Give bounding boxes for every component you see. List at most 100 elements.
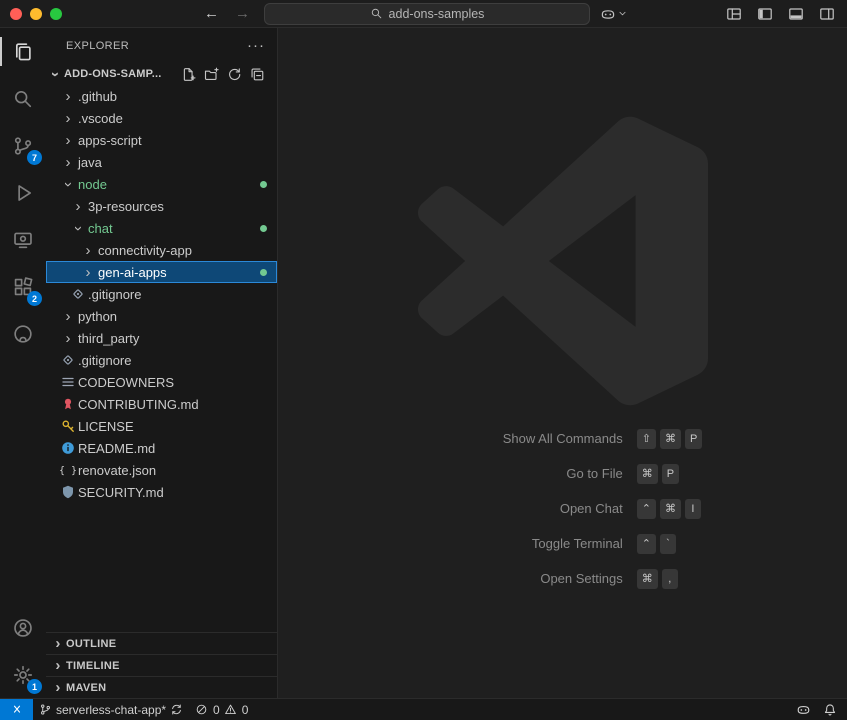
tree-item-node[interactable]: node [46, 173, 277, 195]
chevron-right-icon [60, 129, 76, 151]
keyboard-key: ⌃ [637, 499, 656, 519]
root-folder-label: ADD-ONS-SAMP... [64, 68, 162, 80]
tree-item-contributing-md[interactable]: CONTRIBUTING.md [46, 393, 277, 415]
statusbar: serverless-chat-app* 0 0 [0, 698, 847, 720]
copilot-icon [600, 6, 616, 22]
tree-item-license[interactable]: LICENSE [46, 415, 277, 437]
notifications-bell-button[interactable] [817, 699, 847, 720]
files-icon [12, 41, 34, 63]
activitybar: 7 2 1 [0, 28, 46, 698]
tree-item-codeowners[interactable]: CODEOWNERS [46, 371, 277, 393]
git-file-icon [60, 352, 76, 368]
toggle-primary-sidebar-button[interactable] [757, 6, 773, 22]
chevron-right-icon [60, 327, 76, 349]
tree-item-label: connectivity-app [98, 243, 192, 258]
chevron-right-icon [50, 655, 66, 677]
sidebar-section-maven[interactable]: MAVEN [46, 676, 277, 698]
copilot-menu-button[interactable] [600, 6, 628, 22]
tree-item-label: renovate.json [78, 463, 156, 478]
vscode-logo-watermark [418, 116, 708, 406]
svg-text:{ }: { } [60, 466, 76, 477]
tree-item-third-party[interactable]: third_party [46, 327, 277, 349]
tree-item-label: .gitignore [78, 353, 131, 368]
window-controls [0, 8, 72, 20]
tree-item-apps-script[interactable]: apps-script [46, 129, 277, 151]
activitybar-accounts[interactable] [0, 604, 46, 651]
new-file-button[interactable] [181, 67, 196, 82]
more-actions-button[interactable]: ··· [247, 37, 265, 54]
activitybar-extensions[interactable]: 2 [0, 263, 46, 310]
search-icon [370, 7, 383, 20]
command-center-search[interactable]: add-ons-samples [264, 3, 590, 25]
copilot-status-button[interactable] [790, 699, 817, 720]
tree-root-folder[interactable]: ADD-ONS-SAMP... [46, 63, 277, 85]
warnings-icon [224, 703, 237, 716]
shortcut-open-settings: Open Settings⌘, [423, 568, 703, 589]
collapse-all-button[interactable] [250, 67, 265, 82]
tree-item-label: chat [88, 221, 113, 236]
chevron-right-icon [50, 677, 66, 699]
activitybar-remote-explorer[interactable] [0, 216, 46, 263]
tree-item-3p-resources[interactable]: 3p-resources [46, 195, 277, 217]
refresh-icon[interactable] [227, 67, 242, 82]
tree-item-java[interactable]: java [46, 151, 277, 173]
license-file-icon [60, 418, 76, 434]
section-label: OUTLINE [66, 638, 116, 650]
sidebar-section-timeline[interactable]: TIMELINE [46, 654, 277, 676]
tree-item-label: CODEOWNERS [78, 375, 174, 390]
chevron-right-icon [60, 151, 76, 173]
zoom-window-button[interactable] [50, 8, 62, 20]
tree-item-vscode[interactable]: .vscode [46, 107, 277, 129]
branch-icon [39, 703, 52, 716]
tree-item-gitignore[interactable]: .gitignore [46, 283, 277, 305]
tree-item-chat[interactable]: chat [46, 217, 277, 239]
close-window-button[interactable] [10, 8, 22, 20]
tree-item-label: java [78, 155, 102, 170]
chevron-right-icon [70, 195, 86, 217]
activitybar-settings[interactable]: 1 [0, 651, 46, 698]
back-button[interactable]: ← [204, 6, 219, 21]
problems-button[interactable]: 0 0 [189, 699, 254, 720]
activitybar-run-debug[interactable] [0, 169, 46, 216]
run-debug-icon [12, 182, 34, 204]
remote-indicator-button[interactable] [0, 699, 33, 720]
branch-button[interactable]: serverless-chat-app* [33, 699, 189, 720]
keyboard-key: ⌘ [660, 429, 681, 449]
chevron-right-icon [50, 633, 66, 655]
chevron-right-icon [60, 107, 76, 129]
sidebar-section-outline[interactable]: OUTLINE [46, 632, 277, 654]
untracked-dot [260, 181, 267, 188]
minimize-window-button[interactable] [30, 8, 42, 20]
activitybar-explorer[interactable] [0, 28, 46, 75]
activitybar-source-control[interactable]: 7 [0, 122, 46, 169]
keyboard-key: ` [660, 534, 676, 554]
customize-layout-button[interactable] [726, 6, 742, 22]
tree-item-renovate-json[interactable]: { }renovate.json [46, 459, 277, 481]
chevron-right-icon [80, 261, 96, 283]
toggle-secondary-sidebar-button[interactable] [819, 6, 835, 22]
source-control-badge: 7 [27, 150, 42, 165]
tree-item-security-md[interactable]: SECURITY.md [46, 481, 277, 503]
sync-icon [170, 703, 183, 716]
keyboard-key: ⌘ [637, 464, 658, 484]
settings-badge: 1 [27, 679, 42, 694]
tree-item-gitignore[interactable]: .gitignore [46, 349, 277, 371]
shortcut-label: Open Chat [423, 501, 623, 516]
activitybar-search[interactable] [0, 75, 46, 122]
keyboard-key: P [685, 429, 702, 449]
tree-item-gen-ai-apps[interactable]: gen-ai-apps [46, 261, 277, 283]
tree-item-github[interactable]: .github [46, 85, 277, 107]
chevron-down-icon [70, 217, 86, 239]
tree-item-label: README.md [78, 441, 155, 456]
new-folder-button[interactable] [204, 67, 219, 82]
untracked-dot [260, 225, 267, 232]
tree-item-readme-md[interactable]: README.md [46, 437, 277, 459]
vscode-window: ← → add-ons-samples [0, 0, 847, 720]
tree-item-connectivity-app[interactable]: connectivity-app [46, 239, 277, 261]
tree-item-python[interactable]: python [46, 305, 277, 327]
activitybar-github[interactable] [0, 310, 46, 357]
shortcut-label: Open Settings [423, 571, 623, 586]
editor-area: Show All Commands⇧⌘PGo to File⌘POpen Cha… [278, 28, 847, 698]
toggle-panel-button[interactable] [788, 6, 804, 22]
forward-button[interactable]: → [235, 6, 250, 21]
